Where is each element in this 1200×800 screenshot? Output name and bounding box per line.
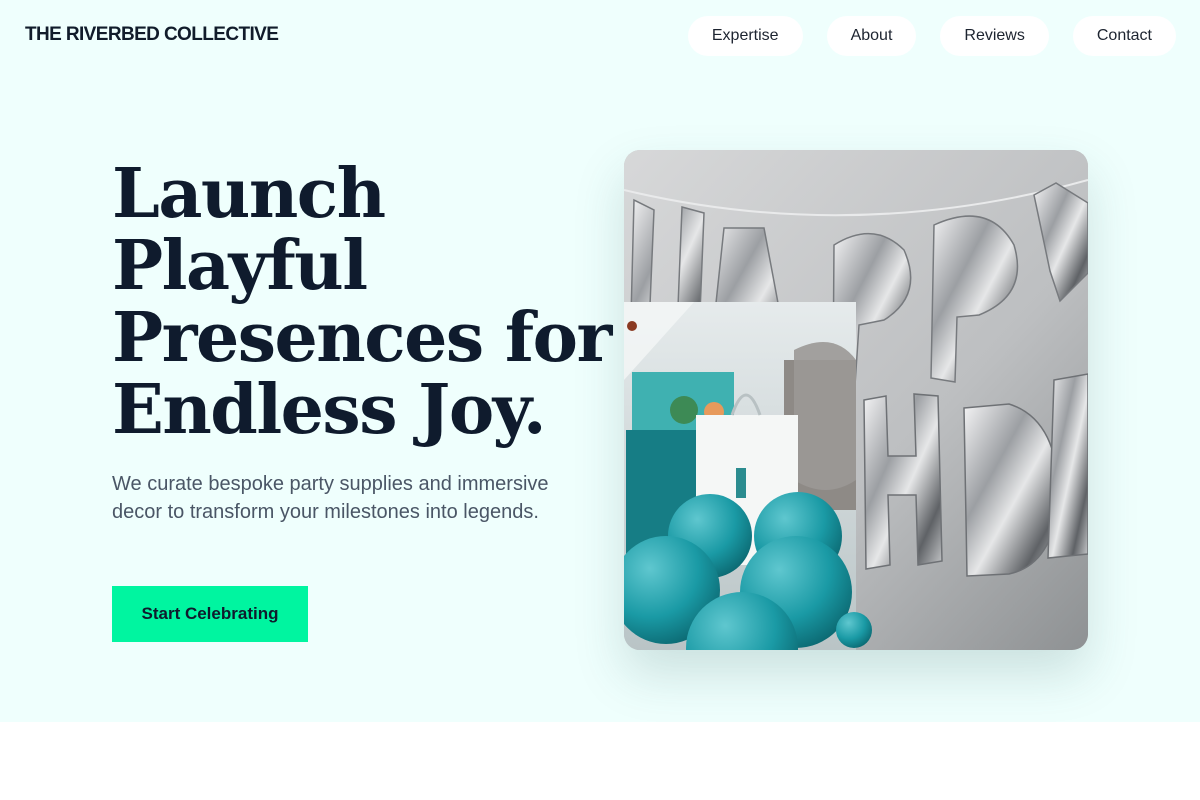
balloons-photo	[624, 150, 1088, 650]
gift-bags-photo	[624, 302, 872, 650]
hero-headline: Launch Playful Presences for Endless Joy…	[112, 154, 612, 450]
headline-line: Endless Joy.	[112, 370, 547, 450]
nav-contact[interactable]: Contact	[1072, 16, 1176, 56]
hero-image-collage	[624, 150, 1088, 650]
headline-line: Presences for	[112, 298, 612, 378]
headline-line: Playful	[112, 226, 368, 306]
hero-section: THE RIVERBED COLLECTIVE Expertise About …	[0, 0, 1200, 722]
brand-logo[interactable]: THE RIVERBED COLLECTIVE	[25, 24, 279, 46]
start-celebrating-button[interactable]: Start Celebrating	[112, 586, 308, 642]
headline-line: Launch	[112, 154, 386, 234]
nav-reviews[interactable]: Reviews	[940, 16, 1049, 56]
next-section	[0, 722, 1200, 800]
nav-about[interactable]: About	[826, 16, 917, 56]
main-nav: Expertise About Reviews Contact	[687, 16, 1176, 56]
hero-description: We curate bespoke party supplies and imm…	[112, 473, 549, 523]
nav-expertise[interactable]: Expertise	[687, 16, 803, 56]
